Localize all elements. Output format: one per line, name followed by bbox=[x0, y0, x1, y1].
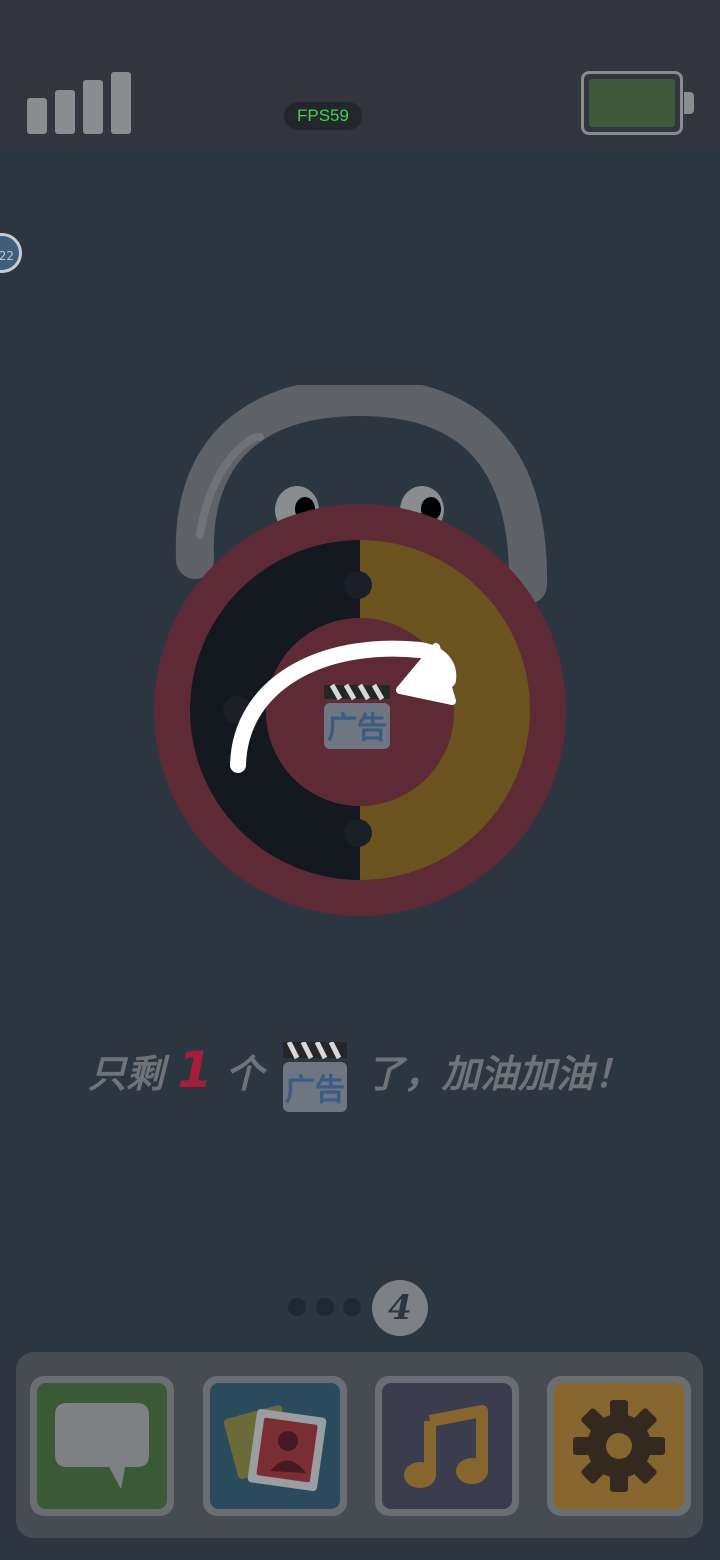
inline-ad-label: 广告 bbox=[285, 1073, 345, 1108]
remaining-ads-message: 只剩 1 个 广告 了，加油加油！ bbox=[0, 1030, 720, 1112]
ad-badge-icon: 广告 bbox=[324, 683, 390, 749]
page-dot[interactable] bbox=[316, 1298, 334, 1316]
photos-app-button[interactable] bbox=[203, 1376, 347, 1516]
music-note-icon bbox=[404, 1405, 488, 1488]
messages-app-button[interactable] bbox=[30, 1376, 174, 1516]
ad-badge-icon: 广告 bbox=[282, 1041, 347, 1112]
padlock-icon[interactable]: 广告 bbox=[140, 385, 580, 930]
current-page-number: 4 bbox=[372, 1280, 428, 1336]
page-dot[interactable] bbox=[288, 1298, 306, 1316]
level-badge[interactable]: 22 bbox=[0, 233, 22, 273]
message-prefix: 只剩 bbox=[88, 1052, 165, 1096]
message-mid: 个 bbox=[225, 1052, 264, 1096]
message-suffix: 了，加油加油！ bbox=[365, 1052, 632, 1096]
battery-icon bbox=[581, 71, 694, 135]
settings-app-button[interactable] bbox=[547, 1376, 691, 1516]
center-badge-label: 广告 bbox=[327, 711, 387, 746]
chat-bubble-icon bbox=[55, 1403, 149, 1489]
music-app-button[interactable] bbox=[375, 1376, 519, 1516]
page-dot[interactable] bbox=[343, 1298, 361, 1316]
status-bar: FPS59 bbox=[0, 0, 720, 148]
page-indicator: 4 bbox=[286, 1280, 436, 1336]
photos-icon bbox=[223, 1405, 327, 1491]
fps-counter: FPS59 bbox=[284, 102, 362, 130]
signal-icon bbox=[27, 72, 131, 134]
remaining-count: 1 bbox=[177, 1041, 213, 1099]
gear-icon bbox=[573, 1400, 665, 1492]
app-dock bbox=[16, 1352, 703, 1538]
